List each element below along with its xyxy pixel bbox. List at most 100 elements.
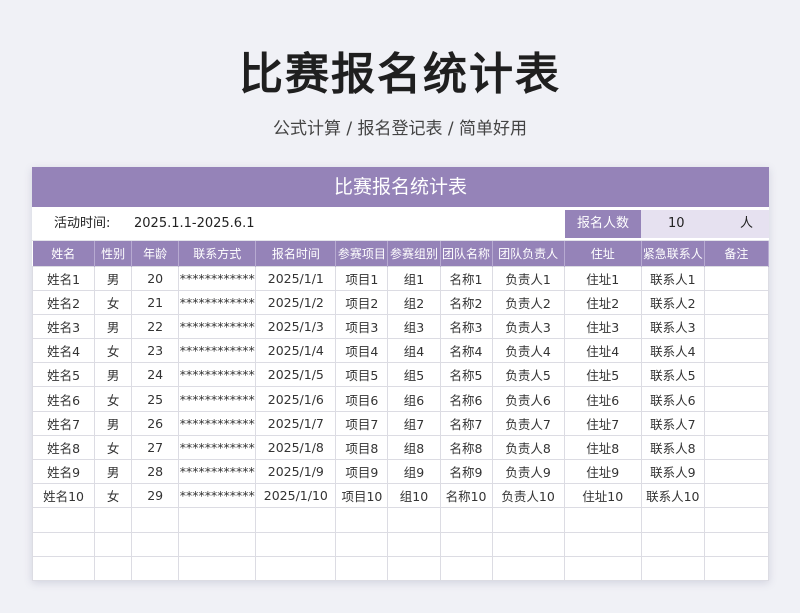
table-cell[interactable]: 项目8 bbox=[335, 434, 389, 461]
table-cell[interactable]: 住址7 bbox=[563, 410, 642, 436]
table-cell[interactable]: ************ bbox=[178, 313, 257, 340]
table-cell[interactable]: 联系人8 bbox=[640, 434, 705, 461]
table-cell[interactable]: 男 bbox=[94, 362, 133, 388]
table-cell[interactable]: 2025/1/4 bbox=[255, 338, 337, 364]
table-cell[interactable] bbox=[439, 531, 493, 557]
table-cell[interactable]: 组6 bbox=[387, 386, 441, 412]
table-cell[interactable] bbox=[703, 555, 769, 581]
table-cell[interactable] bbox=[703, 458, 769, 485]
table-cell[interactable]: 姓名6 bbox=[32, 386, 96, 412]
table-cell[interactable] bbox=[703, 313, 769, 340]
table-cell[interactable]: 住址3 bbox=[563, 313, 642, 340]
table-cell[interactable]: 2025/1/7 bbox=[255, 410, 337, 436]
table-cell[interactable] bbox=[94, 531, 133, 557]
table-cell[interactable]: 姓名7 bbox=[32, 410, 96, 436]
column-header[interactable]: 联系方式 bbox=[178, 241, 257, 266]
table-cell[interactable] bbox=[335, 555, 389, 581]
table-cell[interactable]: 女 bbox=[94, 434, 133, 461]
table-cell[interactable]: 男 bbox=[94, 265, 133, 291]
table-cell[interactable]: 负责人6 bbox=[491, 386, 565, 412]
table-cell[interactable]: 20 bbox=[131, 265, 180, 291]
table-cell[interactable] bbox=[32, 507, 96, 533]
table-cell[interactable]: 2025/1/10 bbox=[255, 483, 337, 509]
table-cell[interactable]: 21 bbox=[131, 289, 180, 315]
table-cell[interactable]: 男 bbox=[94, 313, 133, 340]
table-cell[interactable] bbox=[640, 507, 705, 533]
table-cell[interactable] bbox=[387, 507, 441, 533]
table-cell[interactable] bbox=[387, 531, 441, 557]
column-header[interactable]: 性别 bbox=[94, 241, 133, 266]
table-cell[interactable]: 姓名5 bbox=[32, 362, 96, 388]
table-cell[interactable]: 住址6 bbox=[563, 386, 642, 412]
table-cell[interactable]: 组1 bbox=[387, 265, 441, 291]
table-cell[interactable] bbox=[131, 531, 180, 557]
table-cell[interactable]: 名称7 bbox=[439, 410, 493, 436]
table-cell[interactable]: 联系人1 bbox=[640, 265, 705, 291]
table-cell[interactable]: ************ bbox=[178, 458, 257, 485]
table-cell[interactable]: 名称8 bbox=[439, 434, 493, 461]
table-cell[interactable]: 25 bbox=[131, 386, 180, 412]
table-cell[interactable]: 项目9 bbox=[335, 458, 389, 485]
table-cell[interactable]: 组7 bbox=[387, 410, 441, 436]
table-cell[interactable]: 28 bbox=[131, 458, 180, 485]
table-cell[interactable] bbox=[563, 555, 642, 581]
column-header[interactable]: 参赛项目 bbox=[335, 241, 389, 266]
table-cell[interactable]: 姓名9 bbox=[32, 458, 96, 485]
table-cell[interactable]: 联系人9 bbox=[640, 458, 705, 485]
activity-time-value[interactable]: 2025.1.1-2025.6.1 bbox=[134, 207, 254, 241]
table-cell[interactable]: 项目5 bbox=[335, 362, 389, 388]
table-cell[interactable]: 2025/1/9 bbox=[255, 458, 337, 485]
table-cell[interactable]: 组2 bbox=[387, 289, 441, 315]
table-cell[interactable]: 负责人3 bbox=[491, 313, 565, 340]
table-cell[interactable]: ************ bbox=[178, 265, 257, 291]
table-cell[interactable] bbox=[178, 555, 257, 581]
table-cell[interactable]: 负责人8 bbox=[491, 434, 565, 461]
table-cell[interactable]: ************ bbox=[178, 386, 257, 412]
table-cell[interactable]: 负责人9 bbox=[491, 458, 565, 485]
column-header[interactable]: 参赛组别 bbox=[387, 241, 441, 266]
column-header[interactable]: 备注 bbox=[704, 241, 769, 266]
table-cell[interactable]: 负责人7 bbox=[491, 410, 565, 436]
table-cell[interactable] bbox=[703, 362, 769, 388]
table-cell[interactable]: 女 bbox=[94, 386, 133, 412]
table-cell[interactable]: 女 bbox=[94, 338, 133, 364]
table-cell[interactable] bbox=[387, 555, 441, 581]
table-cell[interactable]: 姓名3 bbox=[32, 313, 96, 340]
table-cell[interactable]: 住址4 bbox=[563, 338, 642, 364]
table-cell[interactable]: 联系人10 bbox=[640, 483, 705, 509]
table-cell[interactable]: 项目4 bbox=[335, 338, 389, 364]
table-cell[interactable]: 负责人10 bbox=[491, 483, 565, 509]
table-cell[interactable] bbox=[255, 531, 337, 557]
table-cell[interactable]: 女 bbox=[94, 483, 133, 509]
table-cell[interactable]: 项目7 bbox=[335, 410, 389, 436]
table-cell[interactable]: 男 bbox=[94, 410, 133, 436]
table-cell[interactable]: 名称4 bbox=[439, 338, 493, 364]
table-cell[interactable]: 26 bbox=[131, 410, 180, 436]
table-cell[interactable]: 负责人5 bbox=[491, 362, 565, 388]
table-cell[interactable]: 姓名8 bbox=[32, 434, 96, 461]
table-cell[interactable]: 24 bbox=[131, 362, 180, 388]
table-cell[interactable]: 男 bbox=[94, 458, 133, 485]
column-header[interactable]: 紧急联系人 bbox=[641, 241, 705, 266]
table-cell[interactable]: 名称10 bbox=[439, 483, 493, 509]
table-cell[interactable]: 联系人2 bbox=[640, 289, 705, 315]
table-cell[interactable]: 名称1 bbox=[439, 265, 493, 291]
table-cell[interactable]: 组9 bbox=[387, 458, 441, 485]
table-cell[interactable]: 名称5 bbox=[439, 362, 493, 388]
table-cell[interactable] bbox=[131, 555, 180, 581]
table-cell[interactable] bbox=[335, 531, 389, 557]
table-cell[interactable]: 2025/1/6 bbox=[255, 386, 337, 412]
table-cell[interactable] bbox=[94, 555, 133, 581]
table-cell[interactable]: 名称3 bbox=[439, 313, 493, 340]
table-cell[interactable]: 住址5 bbox=[563, 362, 642, 388]
table-cell[interactable]: ************ bbox=[178, 362, 257, 388]
table-cell[interactable]: 组10 bbox=[387, 483, 441, 509]
table-cell[interactable]: 27 bbox=[131, 434, 180, 461]
table-cell[interactable] bbox=[131, 507, 180, 533]
table-cell[interactable]: 22 bbox=[131, 313, 180, 340]
table-cell[interactable]: ************ bbox=[178, 483, 257, 509]
table-cell[interactable] bbox=[178, 531, 257, 557]
table-cell[interactable] bbox=[491, 531, 565, 557]
table-cell[interactable] bbox=[563, 507, 642, 533]
table-cell[interactable] bbox=[703, 531, 769, 557]
